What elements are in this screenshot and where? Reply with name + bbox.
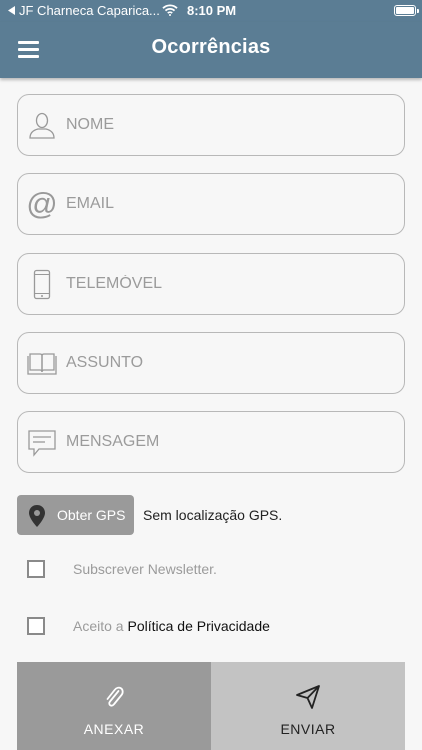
send-button[interactable]: ENVIAR [211,662,405,750]
carrier-label: JF Charneca Caparica... [19,3,160,18]
assunto-input[interactable] [66,333,396,393]
privacy-policy-link[interactable]: Política de Privacidade [127,618,269,634]
back-arrow-icon [8,6,15,15]
attach-button[interactable]: ANEXAR [17,662,211,750]
gps-status-text: Sem localização GPS. [143,507,283,523]
phone-icon [33,269,51,300]
get-gps-label: Obter GPS [57,507,126,523]
nome-field[interactable] [17,94,405,156]
email-field[interactable]: @ [17,173,405,235]
telemovel-input[interactable] [66,254,396,314]
location-pin-icon [29,505,45,527]
email-input[interactable] [66,174,396,234]
privacy-label-prefix: Aceito a [73,618,124,634]
mensagem-input[interactable] [66,412,396,472]
person-icon [29,112,55,139]
telemovel-field[interactable] [17,253,405,315]
privacy-checkbox[interactable] [27,617,45,635]
newsletter-label: Subscrever Newsletter. [73,561,217,577]
paperclip-icon [106,686,124,707]
assunto-field[interactable] [17,332,405,394]
mensagem-field[interactable] [17,411,405,473]
get-gps-button[interactable]: Obter GPS [17,495,134,535]
status-bar: JF Charneca Caparica... 8:10 PM [0,0,422,22]
app-header: Ocorrências [0,22,422,78]
svg-text:@: @ [26,189,57,221]
book-icon [27,353,57,375]
send-label: ENVIAR [280,721,336,737]
attach-label: ANEXAR [83,721,145,737]
wifi-icon [162,4,178,16]
send-icon [296,685,320,709]
newsletter-checkbox[interactable] [27,560,45,578]
back-to-app[interactable]: JF Charneca Caparica... [8,3,160,18]
message-icon [28,430,56,457]
nome-input[interactable] [66,95,396,155]
privacy-label: Aceito a Política de Privacidade [73,618,270,634]
battery-icon [394,5,419,16]
page-title: Ocorrências [151,36,271,58]
status-time: 8:10 PM [187,3,237,18]
at-sign-icon: @ [26,189,57,221]
